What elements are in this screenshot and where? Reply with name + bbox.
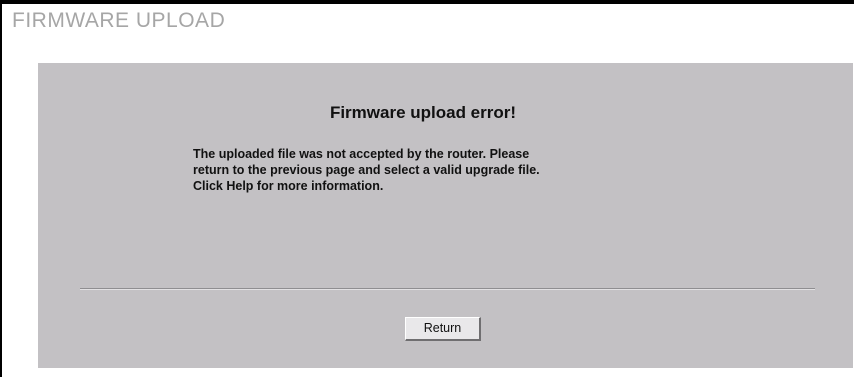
page-title: FIRMWARE UPLOAD — [12, 9, 226, 32]
return-button[interactable]: Return — [405, 317, 481, 341]
left-border — [0, 0, 2, 377]
divider — [80, 288, 815, 290]
error-panel: Firmware upload error! The uploaded file… — [38, 63, 853, 368]
top-border — [0, 0, 854, 4]
error-message-line: Click Help for more information. — [193, 179, 384, 193]
error-message: The uploaded file was not accepted by th… — [193, 146, 693, 194]
error-message-line: The uploaded file was not accepted by th… — [193, 147, 530, 161]
error-message-line: return to the previous page and select a… — [193, 163, 540, 177]
error-heading: Firmware upload error! — [329, 103, 517, 122]
